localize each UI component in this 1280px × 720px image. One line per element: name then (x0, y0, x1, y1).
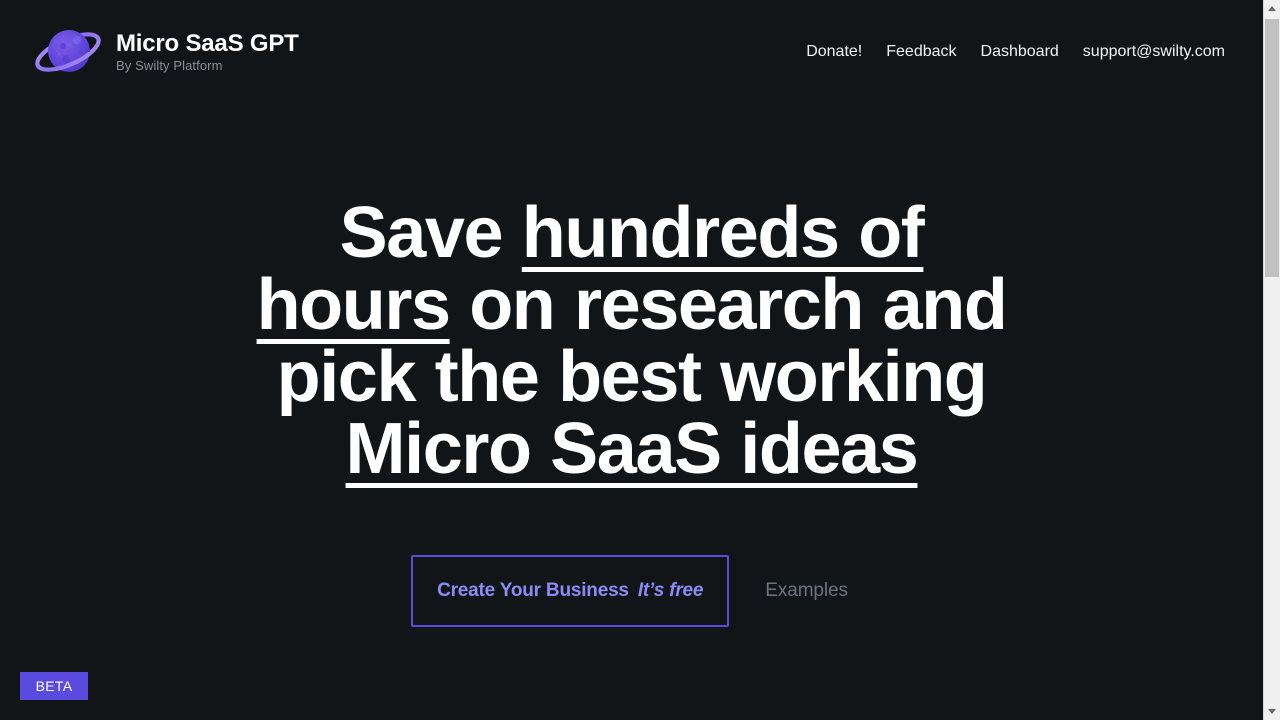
hero-section: Save hundreds of hours on research and p… (0, 104, 1263, 627)
nav-link-donate[interactable]: Donate! (806, 44, 862, 60)
nav-link-support-email[interactable]: support@swilty.com (1083, 44, 1225, 60)
brand-text-block: Micro SaaS GPT By Swilty Platform (116, 30, 299, 75)
nav-link-feedback[interactable]: Feedback (886, 44, 956, 60)
planet-icon (35, 30, 101, 72)
scrollbar-thumb[interactable] (1265, 19, 1279, 277)
scrollbar-down-button[interactable] (1264, 703, 1280, 720)
nav-link-dashboard[interactable]: Dashboard (981, 44, 1059, 60)
brand-subtitle: By Swilty Platform (116, 58, 223, 74)
brand-home-link[interactable]: Micro SaaS GPT By Swilty Platform (32, 21, 299, 83)
scrollbar-up-button[interactable] (1264, 0, 1280, 17)
main-nav: Donate! Feedback Dashboard support@swilt… (806, 44, 1225, 60)
brand-title: Micro SaaS GPT (116, 29, 299, 57)
page-title: Save hundreds of hours on research and p… (252, 197, 1012, 485)
site-header: Micro SaaS GPT By Swilty Platform Donate… (0, 0, 1263, 104)
triangle-down-icon (1268, 709, 1276, 714)
hero-actions: Create Your Business It’s free Examples (411, 555, 852, 627)
create-business-label: Create Your Business (437, 580, 629, 601)
page-viewport: Micro SaaS GPT By Swilty Platform Donate… (0, 0, 1263, 720)
create-business-button[interactable]: Create Your Business It’s free (411, 555, 730, 627)
examples-button[interactable]: Examples (761, 570, 852, 612)
headline-part-1: Save (339, 193, 522, 273)
headline-emphasis-2: Micro SaaS ideas (345, 409, 919, 489)
vertical-scrollbar[interactable] (1263, 0, 1280, 720)
beta-badge[interactable]: BETA (20, 672, 88, 700)
create-business-free-tag: It’s free (637, 580, 704, 601)
triangle-up-icon (1268, 6, 1276, 11)
